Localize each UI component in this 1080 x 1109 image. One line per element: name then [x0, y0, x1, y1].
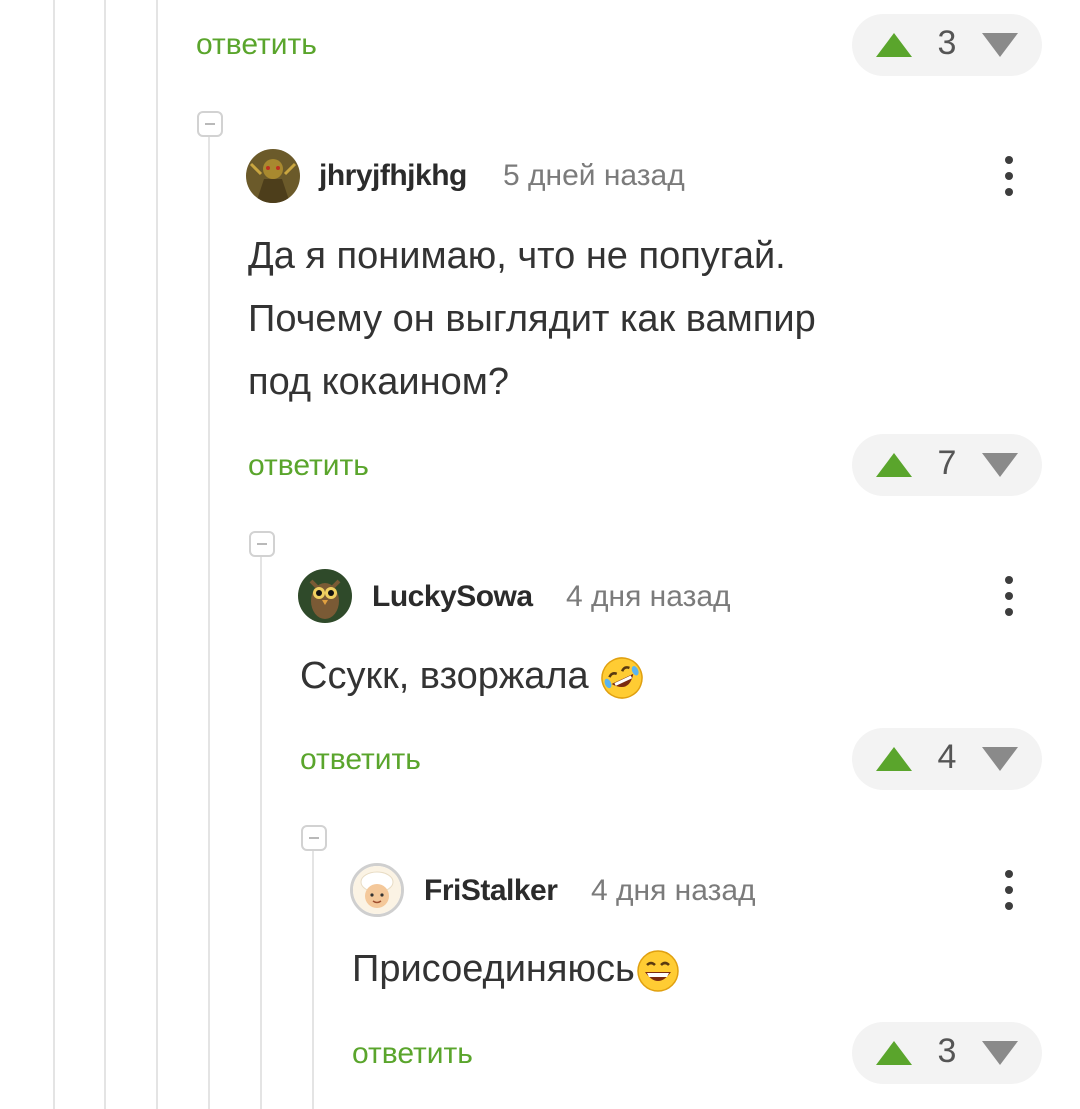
thread-line	[53, 0, 55, 1109]
downvote-icon[interactable]	[982, 1041, 1018, 1065]
reply-button[interactable]: ответить	[196, 28, 317, 62]
vote-widget: 3	[852, 14, 1042, 76]
rating-count: 3	[937, 1032, 957, 1070]
downvote-icon[interactable]	[982, 747, 1018, 771]
timestamp: 4 дня назад	[591, 874, 756, 907]
thread-line	[208, 137, 210, 1109]
more-options-icon[interactable]	[999, 154, 1019, 198]
collapse-thread-button[interactable]	[197, 111, 223, 137]
collapse-thread-button[interactable]	[301, 825, 327, 851]
avatar[interactable]	[350, 863, 404, 917]
username[interactable]: FriStalker	[424, 874, 558, 908]
thread-line	[312, 851, 314, 1109]
vote-widget: 7	[852, 434, 1042, 496]
reply-button[interactable]: ответить	[248, 449, 369, 483]
rating-count: 4	[937, 738, 957, 776]
upvote-icon[interactable]	[876, 1041, 912, 1065]
rolling-laughing-emoji-icon	[601, 657, 644, 699]
collapse-thread-button[interactable]	[249, 531, 275, 557]
upvote-icon[interactable]	[876, 747, 912, 771]
downvote-icon[interactable]	[982, 33, 1018, 57]
comment-text: Присоединяюсь	[352, 938, 681, 1001]
rating-count: 7	[937, 444, 957, 482]
username[interactable]: jhryjfhjkhg	[319, 159, 467, 193]
thread-line	[156, 0, 158, 1109]
vote-widget: 3	[852, 1022, 1042, 1084]
rating-count: 3	[937, 24, 957, 62]
more-options-icon[interactable]	[999, 574, 1019, 618]
username[interactable]: LuckySowa	[372, 580, 533, 614]
avatar[interactable]	[298, 569, 352, 623]
thread-line	[104, 0, 106, 1109]
vote-widget: 4	[852, 728, 1042, 790]
downvote-icon[interactable]	[982, 453, 1018, 477]
timestamp: 4 дня назад	[566, 580, 731, 613]
reply-button[interactable]: ответить	[300, 743, 421, 777]
thread-line	[260, 557, 262, 1109]
comment-text: Да я понимаю, что не попугай. Почему он …	[248, 235, 816, 403]
grinning-emoji-icon	[637, 950, 679, 992]
reply-button[interactable]: ответить	[352, 1037, 473, 1071]
more-options-icon[interactable]	[999, 868, 1019, 912]
upvote-icon[interactable]	[876, 33, 912, 57]
timestamp: 5 дней назад	[503, 159, 685, 192]
avatar[interactable]	[246, 149, 300, 203]
upvote-icon[interactable]	[876, 453, 912, 477]
comment-text: Ссукк, взоржала	[300, 645, 645, 708]
